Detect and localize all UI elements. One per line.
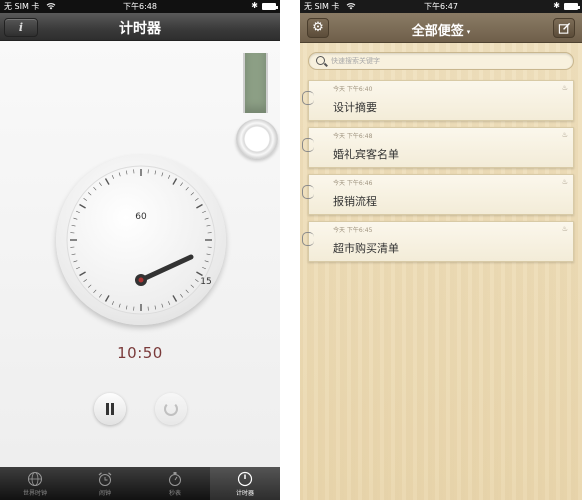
nav-bar: ⚙ 全部便签 ▾: [300, 13, 582, 43]
compose-icon: [558, 22, 570, 34]
reset-icon: [164, 402, 178, 416]
pause-button[interactable]: [94, 393, 126, 425]
chevron-down-icon: ▾: [466, 27, 471, 36]
tab-label: 世界时钟: [22, 490, 47, 497]
note-title: 设计摘要: [333, 101, 377, 114]
notes-list: 今天 下午6:40 ♨ 设计摘要 今天 下午6:48 ♨ 婚礼宾客名单 今天 下…: [300, 43, 582, 500]
paperclip-icon: [302, 91, 314, 105]
status-time: 下午6:48: [123, 2, 157, 11]
note-item[interactable]: 今天 下午6:48 ♨ 婚礼宾客名单: [302, 127, 574, 168]
tab-world-clock[interactable]: 世界时钟: [0, 467, 70, 500]
paperclip-icon: [302, 185, 314, 199]
reset-button[interactable]: [155, 393, 187, 425]
tab-alarm[interactable]: 闹钟: [70, 467, 140, 500]
watch-ring: [236, 119, 278, 159]
compose-button[interactable]: [553, 18, 575, 38]
tab-timer[interactable]: 计时器: [210, 467, 280, 500]
notes-app-screen: 无 SIM 卡 下午6:47 ✱ ⚙ 全部便签▾ 今: [300, 0, 582, 500]
flame-icon: ♨: [561, 178, 568, 186]
paperclip-icon: [302, 232, 314, 246]
watch-strap: [243, 53, 268, 113]
page-title: 计时器: [119, 21, 161, 37]
globe-icon: [28, 472, 42, 486]
status-bar: 无 SIM 卡 下午6:48 ✱: [0, 0, 280, 13]
note-title: 报销流程: [333, 195, 377, 208]
timer-dial[interactable]: 60 15: [56, 155, 226, 325]
flame-icon: ♨: [561, 131, 568, 139]
paperclip-icon: [302, 138, 314, 152]
dial-label-15: 15: [200, 277, 211, 287]
timer-readout: 10:50: [117, 344, 163, 362]
status-bar: 无 SIM 卡 下午6:47 ✱: [300, 0, 582, 13]
timer-app-screen: 无 SIM 卡 下午6:48 ✱ i 计时器 60 15 10:50 世界时钟 …: [0, 0, 280, 500]
battery-icon: [564, 3, 580, 10]
battery-icon: [262, 3, 278, 10]
tab-bar: 世界时钟 闹钟 秒表 计时器: [0, 467, 280, 500]
note-item[interactable]: 今天 下午6:45 ♨ 超市购买清单: [302, 221, 574, 262]
flame-icon: ♨: [561, 225, 568, 233]
note-title: 婚礼宾客名单: [333, 148, 399, 161]
timer-body: 60 15 10:50: [0, 41, 280, 467]
tab-label: 计时器: [235, 490, 254, 497]
search-bar[interactable]: [308, 52, 574, 70]
folder-selector[interactable]: 全部便签 ▾: [300, 20, 582, 39]
search-input[interactable]: [331, 55, 561, 67]
note-item[interactable]: 今天 下午6:40 ♨ 设计摘要: [302, 80, 574, 121]
search-icon: [316, 56, 325, 65]
pause-icon: [105, 403, 115, 415]
timer-icon: [237, 471, 253, 487]
bluetooth-icon: ✱: [553, 1, 560, 10]
hand-hub-center: [138, 277, 144, 283]
status-time: 下午6:47: [424, 2, 458, 11]
flame-icon: ♨: [561, 84, 568, 92]
tab-label: 秒表: [168, 490, 181, 497]
note-date: 今天 下午6:40: [333, 86, 373, 93]
page-title: 全部便签: [411, 24, 464, 39]
note-date: 今天 下午6:46: [333, 180, 373, 187]
note-title: 超市购买清单: [333, 242, 399, 255]
tab-stopwatch[interactable]: 秒表: [140, 467, 210, 500]
dial-label-60: 60: [135, 212, 147, 222]
note-date: 今天 下午6:45: [333, 227, 373, 234]
tab-label: 闹钟: [98, 490, 111, 497]
note-date: 今天 下午6:48: [333, 133, 373, 140]
stopwatch-icon: [169, 472, 181, 486]
note-item[interactable]: 今天 下午6:46 ♨ 报销流程: [302, 174, 574, 215]
nav-bar: i 计时器: [0, 13, 280, 41]
bluetooth-icon: ✱: [251, 1, 258, 10]
alarm-clock-icon: [98, 472, 112, 486]
